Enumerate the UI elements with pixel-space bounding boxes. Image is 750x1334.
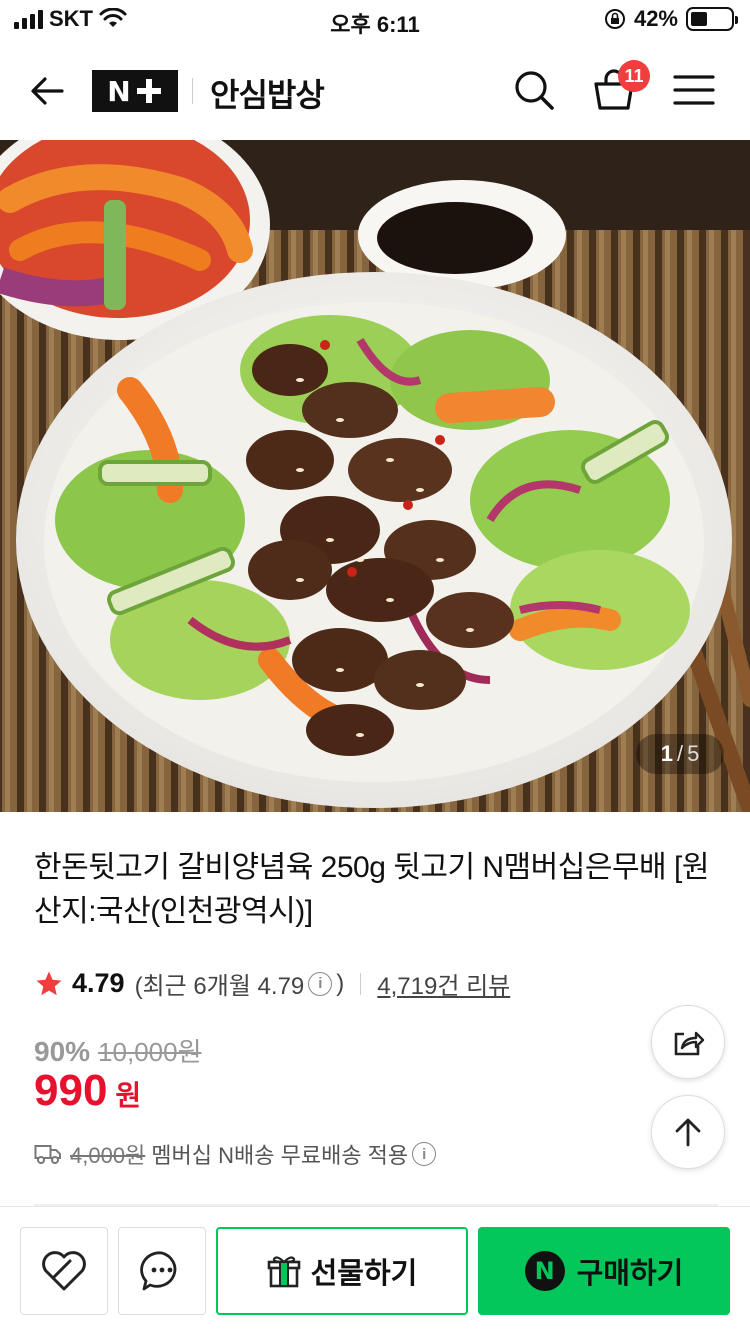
shipping-text: 멤버십 N배송 무료배송 적용 [151,1143,409,1168]
battery-level [691,12,707,26]
rating-row: 4.79 (최근 6개월 4.79 i ) 4,719건 리뷰 [34,966,510,1001]
logo-letter: N [107,74,131,108]
rating-separator [360,972,362,995]
nplus-store-logo[interactable]: N [92,70,178,112]
chat-icon [140,1251,177,1291]
image-counter-current: 1 [660,741,673,766]
status-bar: SKT 오후 6:11 42% [0,0,750,40]
product-title: 한돈뒷고기 갈비양념육 250g 뒷고기 N맴버십은무배 [원산지:국산(인천광… [34,851,709,928]
status-right: 42% [604,6,738,32]
shipping-original-fee: 4,000원 [70,1143,146,1168]
gift-button[interactable]: 선물하기 [216,1227,468,1315]
info-icon[interactable]: i [308,971,333,996]
original-price: 10,000원 [98,1037,202,1067]
product-image[interactable]: 1 / 5 [0,140,750,812]
like-button[interactable] [20,1227,108,1315]
cart-count-badge[interactable]: 11 [618,60,650,92]
star-icon [36,971,62,995]
store-name[interactable]: 안심밥상 [210,70,325,116]
share-icon [674,1031,705,1056]
share-button[interactable] [651,1005,725,1079]
recent-rating-close: ) [336,969,345,997]
gift-label: 선물하기 [310,1258,418,1290]
bottom-action-bar: 선물하기 N 구매하기 [0,1206,750,1334]
food-photo [0,140,750,812]
heart-icon [42,1251,86,1291]
sale-price-row: 990 원 [34,1066,141,1116]
shipping-row: 4,000원 멤버십 N배송 무료배송 적용 i [34,1138,440,1170]
gift-icon [267,1256,300,1288]
image-counter-total: 5 [687,741,700,766]
orientation-lock-icon [604,9,625,29]
price-original-row: 90% 10,000원 [34,1032,202,1069]
search-icon[interactable] [512,68,556,112]
review-count-link[interactable]: 4,719건 리뷰 [377,966,510,1001]
plus-icon [135,77,163,105]
buy-button[interactable]: N 구매하기 [478,1227,730,1315]
battery-percent: 42% [633,6,678,31]
arrow-up-icon [675,1118,701,1147]
app-header: N 안심밥상 11 [0,40,750,140]
rating-value: 4.79 [72,968,125,998]
truck-icon [34,1145,61,1164]
image-counter: 1 / 5 [636,734,724,774]
header-divider [192,78,193,104]
back-arrow-icon[interactable] [26,70,68,112]
talktalk-button[interactable] [118,1227,206,1315]
naverpay-icon: N [524,1251,565,1291]
menu-icon[interactable] [672,72,716,108]
buy-label: 구매하기 [576,1258,684,1290]
scroll-top-button[interactable] [651,1095,725,1169]
recent-rating: (최근 6개월 4.79 [134,973,305,1000]
discount-rate: 90% [34,1036,91,1067]
battery-icon [686,7,738,31]
image-counter-sep: / [676,741,684,766]
sale-price: 990 [34,1066,108,1115]
shipping-info-icon[interactable]: i [412,1142,437,1166]
sale-price-unit: 원 [115,1080,142,1111]
